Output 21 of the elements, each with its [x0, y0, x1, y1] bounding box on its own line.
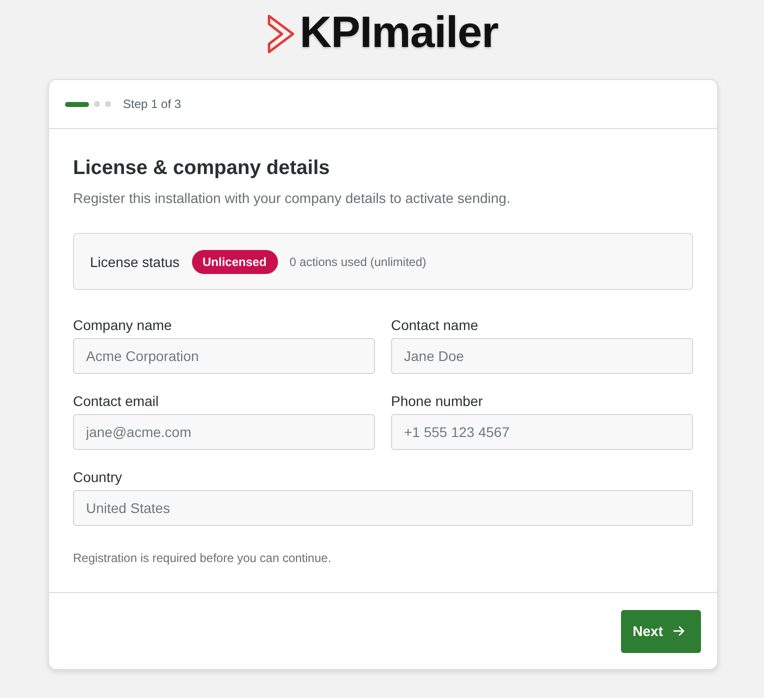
input-field[interactable]: Jane Doe [391, 338, 693, 374]
chevron-logo-icon [266, 13, 296, 55]
input-field[interactable]: +1 555 123 4567 [391, 414, 693, 450]
usage-text: 0 actions used (unlimited) [290, 254, 426, 268]
field-label: Contact email [73, 392, 160, 410]
arrow-right-icon [673, 625, 685, 637]
step-label: Step 1 of 3 [123, 97, 182, 111]
input-field[interactable]: Acme Corporation [73, 338, 375, 374]
helper-text: Registration is required before you can continue. [73, 550, 332, 566]
next-button[interactable]: Next [620, 610, 701, 652]
license-status-label: License status [90, 254, 180, 270]
section-description: Register this installation with your company details to activate sending. [73, 189, 512, 208]
section-title: License & company details [73, 156, 331, 180]
field-label: Phone number [391, 392, 484, 410]
license-status-badge: Unlicensed [192, 250, 278, 274]
input-field[interactable]: United States [73, 490, 693, 526]
input-field[interactable]: jane@acme.com [73, 414, 375, 450]
field-label: Contact name [391, 316, 480, 334]
field-label: Country [73, 468, 124, 486]
field-label: Company name [73, 316, 173, 334]
logo-text: KPImailer [300, 8, 498, 58]
